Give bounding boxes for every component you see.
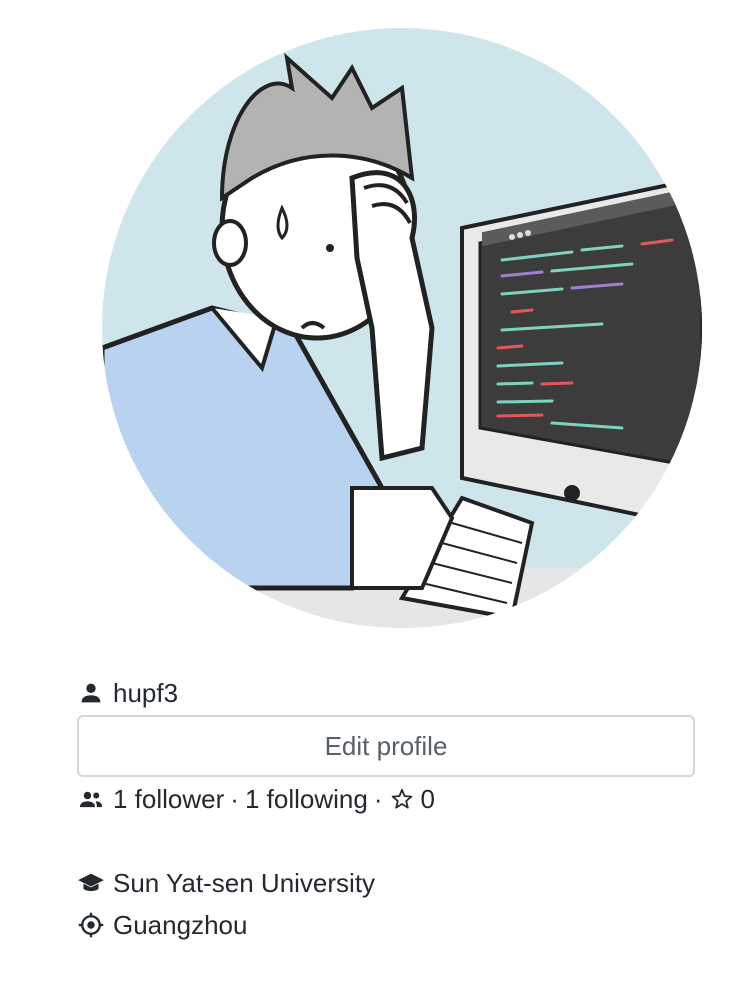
username-row: hupf3 — [77, 676, 695, 710]
organization-name: Sun Yat-sen University — [113, 868, 376, 898]
avatar-illustration — [102, 28, 702, 628]
following-link[interactable]: 1 following — [245, 782, 368, 816]
edit-profile-button[interactable]: Edit profile — [77, 715, 695, 777]
separator: · — [373, 784, 383, 814]
star-icon — [392, 788, 413, 809]
username: hupf3 — [113, 678, 179, 708]
followers-link[interactable]: 1 follower — [113, 782, 224, 816]
organization-row: Sun Yat-sen University — [77, 866, 695, 900]
people-icon — [79, 791, 103, 808]
profile-avatar[interactable] — [102, 28, 702, 628]
stars-count-link[interactable]: 0 — [420, 782, 434, 816]
follow-stats-row: 1 follower · 1 following · 0 — [77, 782, 695, 816]
separator: · — [230, 784, 239, 814]
person-icon — [81, 683, 101, 703]
graduation-cap-icon — [78, 873, 104, 892]
location-icon — [78, 912, 104, 938]
location-name: Guangzhou — [113, 910, 248, 940]
location-row: Guangzhou — [77, 908, 695, 942]
